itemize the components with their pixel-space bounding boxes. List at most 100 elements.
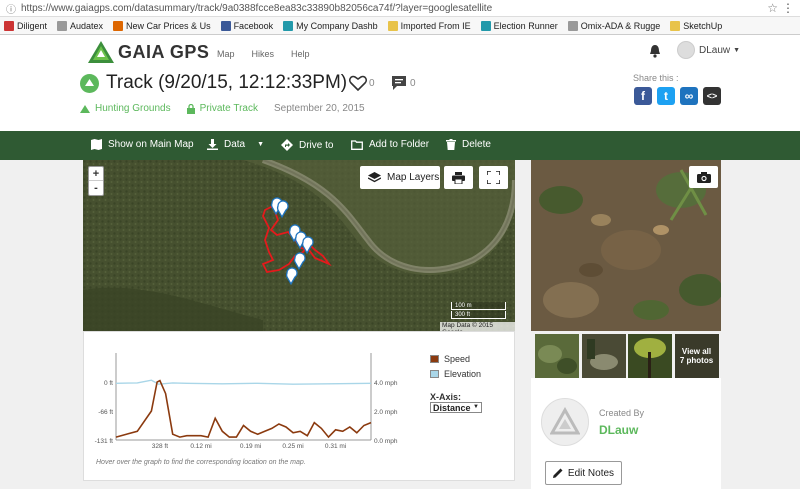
bookmark-label: Facebook [233,20,274,31]
map-attribution: Map Data © 2015 Google [440,322,515,331]
bookmark-label: My Company Dashb [296,20,378,31]
bell-icon[interactable] [649,44,661,61]
url-text[interactable]: https://www.gaiagps.com/datasummary/trac… [21,3,492,14]
caret-down-icon: ▼ [257,141,265,148]
fullscreen-button[interactable] [479,166,508,189]
caret-down-icon: ▼ [733,46,741,54]
zoom-out-button[interactable]: - [89,181,103,195]
browser-url-bar[interactable]: ⓘ https://www.gaiagps.com/datasummary/tr… [0,0,800,17]
info-icon[interactable]: ⓘ [4,1,18,16]
chart-legend: Speed Elevation [430,354,481,384]
main-photo[interactable] [531,160,721,331]
activity-link[interactable]: Hunting Grounds [80,103,171,114]
avatar [677,41,695,59]
chart-plot[interactable]: 0 ft -66 ft -131 ft 4.0 mph 2.0 mph 0.0 mph 32… [84,332,424,452]
folder-icon [351,139,363,150]
creator-avatar[interactable] [541,398,589,446]
share-buttons: f t ∞ <> [634,87,726,105]
photo-thumbnail[interactable] [628,334,672,378]
link-share-icon[interactable]: ∞ [680,87,698,105]
pencil-icon [552,468,563,478]
bookmark-item[interactable]: Audatex [57,20,103,31]
bookmark-favicon-icon [113,20,124,31]
nav-hikes[interactable]: Hikes [252,49,275,59]
speed-swatch [430,355,439,363]
left-tick-label: -131 ft [95,438,114,445]
delete-button[interactable]: Delete [446,139,491,150]
comment-icon[interactable] [391,75,407,94]
track-activity-icon [80,74,99,93]
user-menu[interactable]: DLauw ▼ [677,41,740,59]
photo-thumbnail[interactable] [535,334,579,378]
track-date: September 20, 2015 [273,103,365,114]
lock-icon [186,103,195,114]
camera-button[interactable] [689,166,718,188]
map-layers-label: Map Layers [387,172,440,183]
bookmark-label: Imported From IE [400,20,471,31]
legend-elevation-label: Elevation [444,369,482,379]
delete-label: Delete [462,139,491,150]
zoom-in-button[interactable]: + [89,167,103,181]
brand-name: GAIA GPS [118,41,210,62]
x-axis-select[interactable]: Distance ▼ [430,402,482,413]
privacy-status[interactable]: Private Track [186,103,258,114]
track-meta: Hunting Grounds Private Track September … [80,103,381,114]
show-on-main-map-button[interactable]: Show on Main Map [91,139,194,150]
bookmark-favicon-icon [57,20,68,31]
track-map[interactable]: + - Map Layers 100 m 300 ft Map Data © 2… [83,160,515,331]
view-all-photos-button[interactable]: View all 7 photos [674,334,719,378]
bookmark-favicon-icon [480,20,491,31]
zoom-controls: + - [88,166,104,196]
bookmark-favicon-icon [567,20,578,31]
photo-thumbnail[interactable] [581,334,626,378]
print-button[interactable] [444,166,473,189]
legend-speed[interactable]: Speed [430,354,481,364]
edit-notes-button[interactable]: Edit Notes [545,461,622,485]
map-layers-button[interactable]: Map Layers [360,166,440,189]
left-tick-label: -66 ft [98,409,113,416]
bookmark-item[interactable]: Omix-ADA & Rugge [567,20,660,31]
add-to-folder-label: Add to Folder [369,139,430,150]
x-tick-label: 0.25 mi [282,443,303,450]
facebook-share-icon[interactable]: f [634,87,652,105]
speed-elevation-chart[interactable]: 0 ft -66 ft -131 ft 4.0 mph 2.0 mph 0.0 mph 32… [83,331,515,481]
embed-share-icon[interactable]: <> [703,87,721,105]
bookmark-label: Diligent [17,20,48,31]
heart-icon[interactable] [348,75,368,94]
layers-icon [368,171,381,182]
nav-help[interactable]: Help [291,49,310,59]
bookmark-item[interactable]: Imported From IE [387,20,471,31]
bookmark-item[interactable]: Diligent [4,20,48,31]
map-icon [91,139,102,150]
add-to-folder-button[interactable]: Add to Folder [351,139,429,150]
drive-to-label: Drive to [299,139,334,151]
bookmark-item[interactable]: SketchUp [670,20,722,31]
twitter-share-icon[interactable]: t [657,87,675,105]
browser-menu-icon[interactable]: ⋮ [782,1,794,15]
scale-imperial: 300 ft [451,311,506,319]
nav-map[interactable]: Map [217,49,235,59]
bookmark-item[interactable]: New Car Prices & Us [113,20,211,31]
share-label: Share this : [633,73,679,83]
bookmark-item[interactable]: Election Runner [480,20,558,31]
activity-label: Hunting Grounds [95,103,171,114]
legend-elevation[interactable]: Elevation [430,369,481,379]
right-tick-label: 4.0 mph [374,380,398,387]
main-nav: Map Hikes Help [217,49,327,59]
track-toolbar: Show on Main Map Data ▼ Drive to Add to … [0,131,800,160]
show-on-main-map-label: Show on Main Map [108,139,194,150]
data-label: Data [224,139,246,150]
bookmark-star-icon[interactable]: ☆ [767,1,778,15]
elevation-series-line [115,379,372,385]
bookmark-item[interactable]: Facebook [220,20,274,31]
data-dropdown-button[interactable]: Data ▼ [207,139,264,150]
edit-notes-label: Edit Notes [567,467,615,479]
like-count: 0 [369,78,375,89]
gaia-logo[interactable]: GAIA GPS [88,41,209,63]
left-tick-label: 0 ft [104,380,113,387]
comment-count: 0 [410,78,416,89]
bookmark-item[interactable]: My Company Dashb [283,20,378,31]
creator-name-link[interactable]: DLauw [599,423,638,437]
drive-to-button[interactable]: Drive to [281,139,333,151]
page-title: Track (9/20/15, 12:12:33PM) [106,72,348,93]
